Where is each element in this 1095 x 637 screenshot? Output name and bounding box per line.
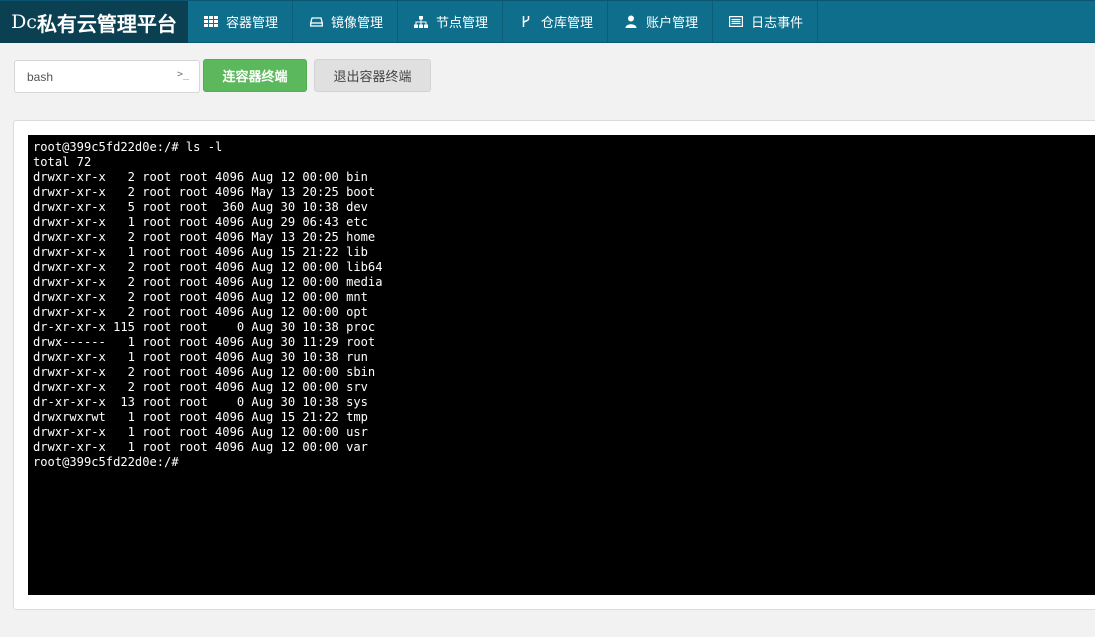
brand-title: 私有云管理平台 [36,11,177,36]
terminal-line: total 72 [33,155,92,169]
terminal-line: dr-xr-xr-x 115 root root 0 Aug 30 10:38 … [33,320,376,334]
terminal-line: root@399c5fd22d0e:/# ls -l [33,140,223,154]
list-icon [728,15,744,29]
terminal-line: drwxr-xr-x 2 root root 4096 Aug 12 00:00… [33,305,368,319]
hdd-icon [308,15,324,29]
command-input-group: >_ [14,60,200,93]
nav-nodes[interactable]: 节点管理 [398,1,504,42]
terminal-line: drwxr-xr-x 1 root root 4096 Aug 15 21:22… [33,245,368,259]
terminal-line: drwxr-xr-x 2 root root 4096 Aug 12 00:00… [33,170,368,184]
terminal-line: drwxr-xr-x 2 root root 4096 Aug 12 00:00… [33,380,368,394]
nav-label: 节点管理 [436,16,489,31]
terminal-line: drwxr-xr-x 2 root root 4096 Aug 12 00:00… [33,365,376,379]
sitemap-icon [413,15,429,29]
nav-registry[interactable]: 仓库管理 [503,1,609,42]
terminal-line: drwxr-xr-x 2 root root 4096 Aug 12 00:00… [33,290,368,304]
fork-icon [518,15,534,29]
brand-logo[interactable]: Dc 私有云管理平台 [0,1,188,43]
exit-terminal-button[interactable]: 退出容器终端 [314,59,431,92]
connect-terminal-button[interactable]: 连容器终端 [203,59,307,92]
nav-containers[interactable]: 容器管理 [188,1,294,42]
brand-prefix: Dc [11,11,37,33]
terminal-screen[interactable]: root@399c5fd22d0e:/# ls -l total 72 drwx… [28,135,1095,595]
terminal-line: drwxr-xr-x 5 root root 360 Aug 30 10:38 … [33,200,368,214]
terminal-line: drwxr-xr-x 2 root root 4096 May 13 20:25… [33,185,376,199]
terminal-line: drwx------ 1 root root 4096 Aug 30 11:29… [33,335,376,349]
terminal-line: drwxr-xr-x 2 root root 4096 May 13 20:25… [33,230,376,244]
nav-logs[interactable]: 日志事件 [713,1,819,42]
terminal-prompt-icon: >_ [176,69,189,80]
terminal-line: drwxr-xr-x 2 root root 4096 Aug 12 00:00… [33,260,383,274]
top-navbar: Dc 私有云管理平台 容器管理 镜像管理 节点管理 仓库管理 账户管理 日志事件 [0,0,1095,43]
nav-label: 仓库管理 [541,16,594,31]
nav-label: 日志事件 [751,16,804,31]
nav-label: 容器管理 [226,16,279,31]
user-icon [623,15,639,29]
terminal-line: drwxr-xr-x 1 root root 4096 Aug 12 00:00… [33,425,368,439]
terminal-line: drwxr-xr-x 1 root root 4096 Aug 30 10:38… [33,350,368,364]
terminal-line: drwxrwxrwt 1 root root 4096 Aug 15 21:22… [33,410,368,424]
terminal-line: drwxr-xr-x 1 root root 4096 Aug 29 06:43… [33,215,368,229]
nav-accounts[interactable]: 账户管理 [608,1,714,42]
nav-label: 镜像管理 [331,16,384,31]
terminal-prompt-line: root@399c5fd22d0e:/# [33,455,179,469]
grid-icon [203,15,219,29]
nav-images[interactable]: 镜像管理 [293,1,399,42]
terminal-line: drwxr-xr-x 1 root root 4096 Aug 12 00:00… [33,440,368,454]
command-input[interactable] [15,61,175,92]
terminal-line: dr-xr-xr-x 13 root root 0 Aug 30 10:38 s… [33,395,368,409]
nav-label: 账户管理 [646,16,699,31]
terminal-line: drwxr-xr-x 2 root root 4096 Aug 12 00:00… [33,275,383,289]
